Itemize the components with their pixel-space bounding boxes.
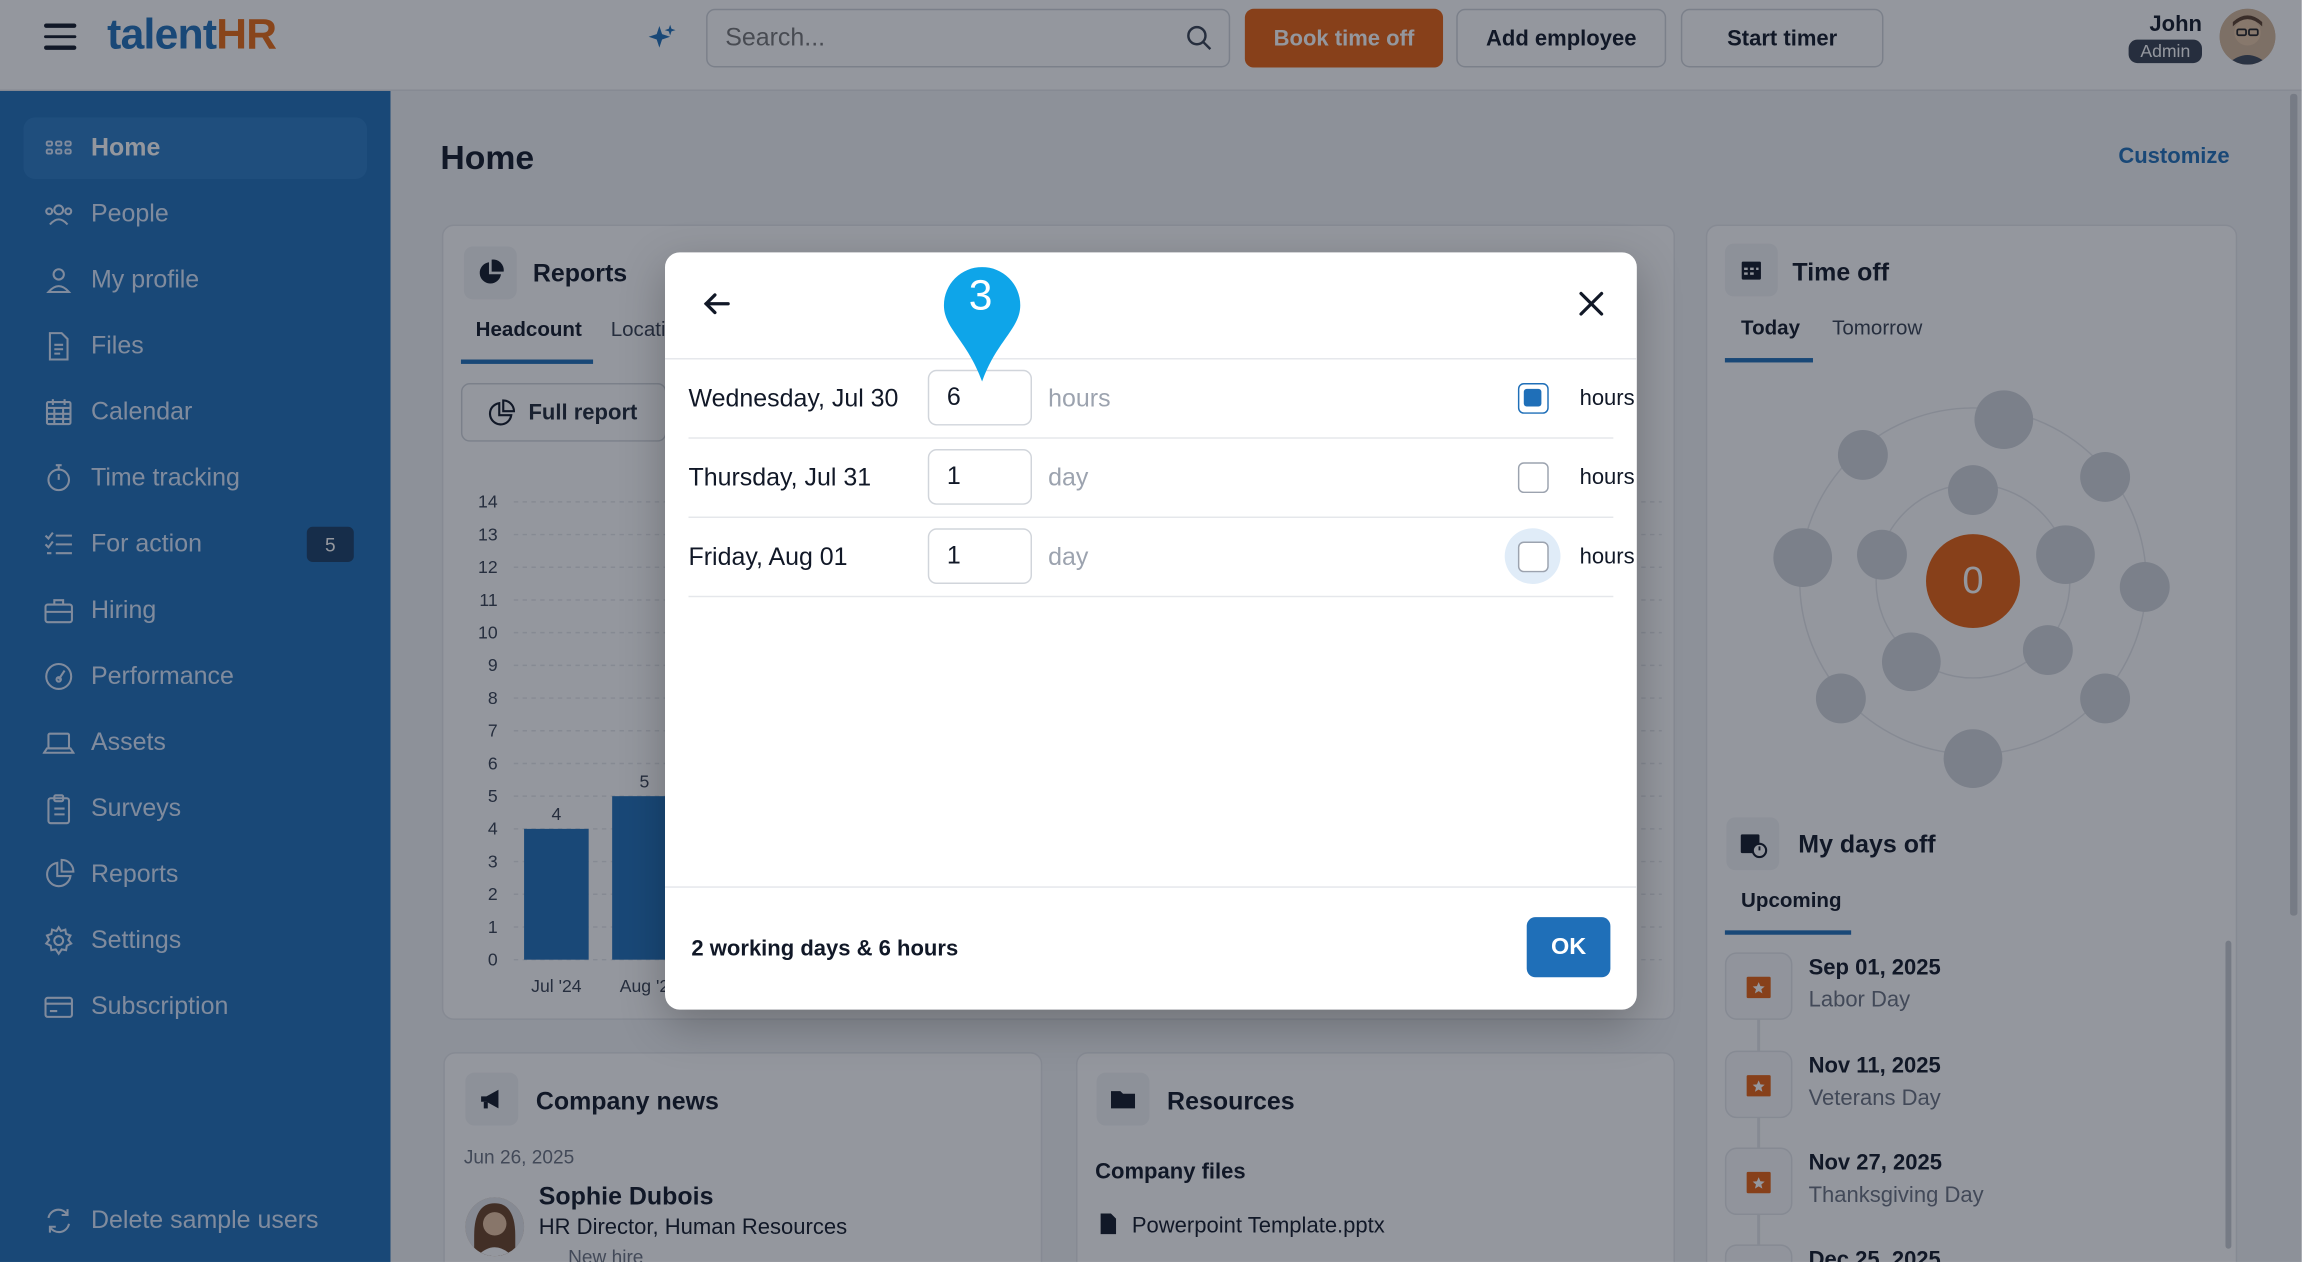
divider	[665, 886, 1637, 888]
hours-checkbox-label[interactable]: hours	[1580, 465, 1635, 490]
day-unit: hours	[1048, 384, 1111, 413]
hours-checkbox[interactable]	[1505, 370, 1561, 426]
hours-checkbox[interactable]	[1504, 528, 1561, 585]
hours-checkbox-label[interactable]: hours	[1580, 544, 1635, 569]
close-icon[interactable]	[1575, 288, 1607, 320]
day-row: Wednesday, Jul 30 hours hours	[688, 360, 1635, 439]
hours-checkbox-label[interactable]: hours	[1580, 386, 1635, 411]
hours-checkbox[interactable]	[1505, 449, 1561, 505]
step-marker-number: 3	[968, 272, 993, 320]
day-row: Thursday, Jul 31 day hours	[688, 439, 1635, 518]
day-amount-input[interactable]	[927, 449, 1033, 505]
day-label: Wednesday, Jul 30	[688, 384, 899, 413]
day-row: Friday, Aug 01 day hours	[688, 518, 1635, 598]
checkbox-box[interactable]	[1517, 461, 1549, 493]
day-amount-input[interactable]	[927, 528, 1033, 585]
back-arrow-icon[interactable]	[700, 288, 732, 320]
day-label: Friday, Aug 01	[688, 542, 848, 571]
day-label: Thursday, Jul 31	[688, 463, 872, 492]
day-unit: day	[1048, 463, 1089, 492]
day-unit: day	[1048, 542, 1089, 571]
ok-button[interactable]: OK	[1526, 917, 1611, 978]
dialog-summary: 2 working days & 6 hours	[691, 936, 959, 962]
checkbox-box[interactable]	[1517, 382, 1549, 414]
time-off-hours-dialog: Wednesday, Jul 30 hours hours Thursday, …	[665, 252, 1637, 1010]
checkbox-box[interactable]	[1517, 540, 1549, 572]
